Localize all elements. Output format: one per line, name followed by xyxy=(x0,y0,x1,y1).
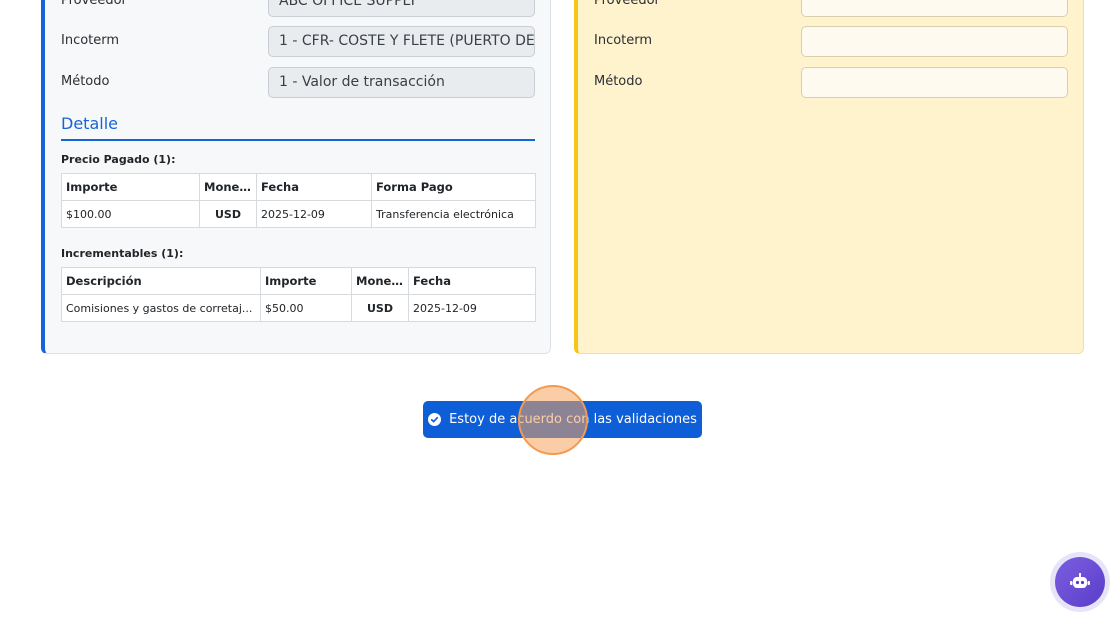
incoterm-label: Incoterm xyxy=(594,33,653,48)
table-header-row: Descripción Importe Moneda Fecha xyxy=(61,267,536,295)
metodo-row: Método 1 - Valor de transacción xyxy=(45,67,551,98)
proveedor-field[interactable] xyxy=(801,0,1068,17)
validation-card: Proveedor Incoterm Método xyxy=(574,0,1084,354)
proveedor-row: Proveedor xyxy=(578,0,1084,17)
column-header: Fecha xyxy=(256,173,372,201)
check-circle-icon xyxy=(428,413,442,426)
precio-pagado-table: Importe Moneda Fecha Forma Pago $100.00 … xyxy=(61,173,536,228)
incoterm-row: Incoterm xyxy=(578,26,1084,57)
click-indicator xyxy=(518,385,588,455)
table-cell: USD xyxy=(351,294,409,322)
robot-icon xyxy=(1070,573,1090,588)
proveedor-label: Proveedor xyxy=(594,0,660,8)
column-header: Importe xyxy=(260,267,352,295)
incoterm-label: Incoterm xyxy=(61,33,120,48)
section-divider xyxy=(61,139,535,141)
table-cell: $100.00 xyxy=(61,200,200,228)
table-header-row: Importe Moneda Fecha Forma Pago xyxy=(61,173,536,201)
assistant-button[interactable] xyxy=(1055,557,1105,607)
metodo-field[interactable]: 1 - Valor de transacción xyxy=(268,67,535,98)
table-cell: 2025-12-09 xyxy=(256,200,372,228)
proveedor-label: Proveedor xyxy=(61,0,127,8)
incoterm-field[interactable] xyxy=(801,26,1068,57)
incrementables-title: Incrementables (1): xyxy=(61,247,184,260)
column-header: Descripción xyxy=(61,267,261,295)
table-cell: Transferencia electrónica xyxy=(371,200,536,228)
table-row: $100.00 USD 2025-12-09 Transferencia ele… xyxy=(61,200,536,228)
column-header: Fecha xyxy=(408,267,536,295)
table-row: Comisiones y gastos de corretaj... $50.0… xyxy=(61,294,536,322)
column-header: Forma Pago xyxy=(371,173,536,201)
metodo-label: Método xyxy=(594,74,643,89)
metodo-row: Método xyxy=(578,67,1084,98)
table-cell: $50.00 xyxy=(260,294,352,322)
column-header: Moneda xyxy=(199,173,257,201)
table-cell: USD xyxy=(199,200,257,228)
proveedor-field[interactable]: ABC OFFICE SUPPLY xyxy=(268,0,535,17)
incrementables-table: Descripción Importe Moneda Fecha Comisio… xyxy=(61,267,536,322)
incoterm-row: Incoterm 1 - CFR- COSTE Y FLETE (PUERTO … xyxy=(45,26,551,57)
page: Proveedor ABC OFFICE SUPPLY Incoterm 1 -… xyxy=(0,0,1120,626)
declared-values-card: Proveedor ABC OFFICE SUPPLY Incoterm 1 -… xyxy=(41,0,551,354)
proveedor-row: Proveedor ABC OFFICE SUPPLY xyxy=(45,0,551,17)
metodo-field[interactable] xyxy=(801,67,1068,98)
table-cell: Comisiones y gastos de corretaj... xyxy=(61,294,261,322)
incoterm-field[interactable]: 1 - CFR- COSTE Y FLETE (PUERTO DE DE xyxy=(268,26,535,57)
metodo-label: Método xyxy=(61,74,110,89)
column-header: Importe xyxy=(61,173,200,201)
precio-pagado-title: Precio Pagado (1): xyxy=(61,153,176,166)
column-header: Moneda xyxy=(351,267,409,295)
table-cell: 2025-12-09 xyxy=(408,294,536,322)
detalle-title: Detalle xyxy=(61,114,118,133)
